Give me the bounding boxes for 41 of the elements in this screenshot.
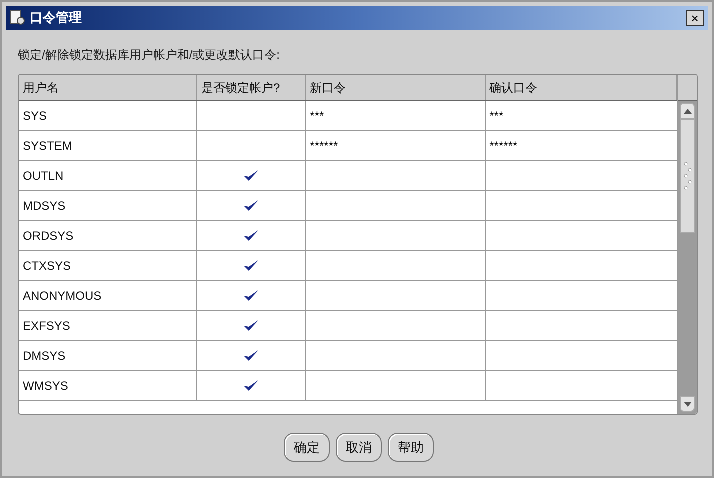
table-row[interactable]: CTXSYS — [19, 251, 678, 281]
table-cell-text: ****** — [490, 138, 518, 154]
dialog-button[interactable]: 取消 — [336, 433, 382, 462]
table-row[interactable]: ORDSYS — [19, 221, 678, 251]
column-header[interactable]: 新口令 — [306, 75, 486, 100]
document-gear-icon — [10, 10, 26, 26]
dialog-button[interactable]: 确定 — [284, 433, 330, 462]
column-header[interactable]: 是否锁定帐户? — [197, 75, 306, 100]
table-cell-text: *** — [310, 108, 324, 124]
column-header[interactable]: 用户名 — [19, 75, 198, 100]
table-cell-text: ORDSYS — [23, 228, 74, 244]
table-cell-text: CTXSYS — [23, 258, 72, 274]
scroll-thumb[interactable] — [680, 119, 695, 233]
table-cell-text: ****** — [310, 138, 338, 154]
table-row[interactable]: EXFSYS — [19, 311, 678, 341]
table-row[interactable]: DMSYS — [19, 341, 678, 371]
close-button[interactable]: × — [686, 10, 704, 26]
table-cell-text: ANONYMOUS — [23, 288, 102, 304]
table-row[interactable]: SYSTEM ****** ****** — [19, 131, 678, 161]
table-row[interactable]: ANONYMOUS — [19, 281, 678, 311]
grip-icon — [682, 161, 693, 191]
dialog-button[interactable]: 帮助 — [388, 433, 434, 462]
down-arrow-icon — [684, 402, 692, 406]
table-cell-text: EXFSYS — [23, 318, 70, 334]
scrollbar[interactable] — [678, 101, 697, 414]
up-arrow-icon — [684, 108, 692, 114]
table-cell-text: WMSYS — [23, 378, 68, 394]
table-cell-text: SYS — [23, 108, 48, 124]
table-row[interactable]: MDSYS — [19, 191, 678, 221]
scroll-down-button[interactable] — [680, 396, 695, 412]
table-cell-text: SYSTEM — [23, 138, 72, 154]
table-row[interactable]: OUTLN — [19, 161, 678, 191]
window-title: 口令管理 — [30, 9, 82, 28]
table-row[interactable]: SYS *** *** — [19, 101, 678, 131]
scroll-up-button[interactable] — [680, 103, 695, 119]
table-cell-text: OUTLN — [23, 168, 64, 184]
table-cell-text: MDSYS — [23, 198, 66, 214]
table-cell-text: DMSYS — [23, 348, 66, 364]
instruction-text: 锁定/解除锁定数据库用户帐户和/或更改默认口令: — [18, 47, 282, 64]
table-cell-text: *** — [490, 108, 504, 124]
table-row[interactable]: WMSYS — [19, 371, 678, 401]
